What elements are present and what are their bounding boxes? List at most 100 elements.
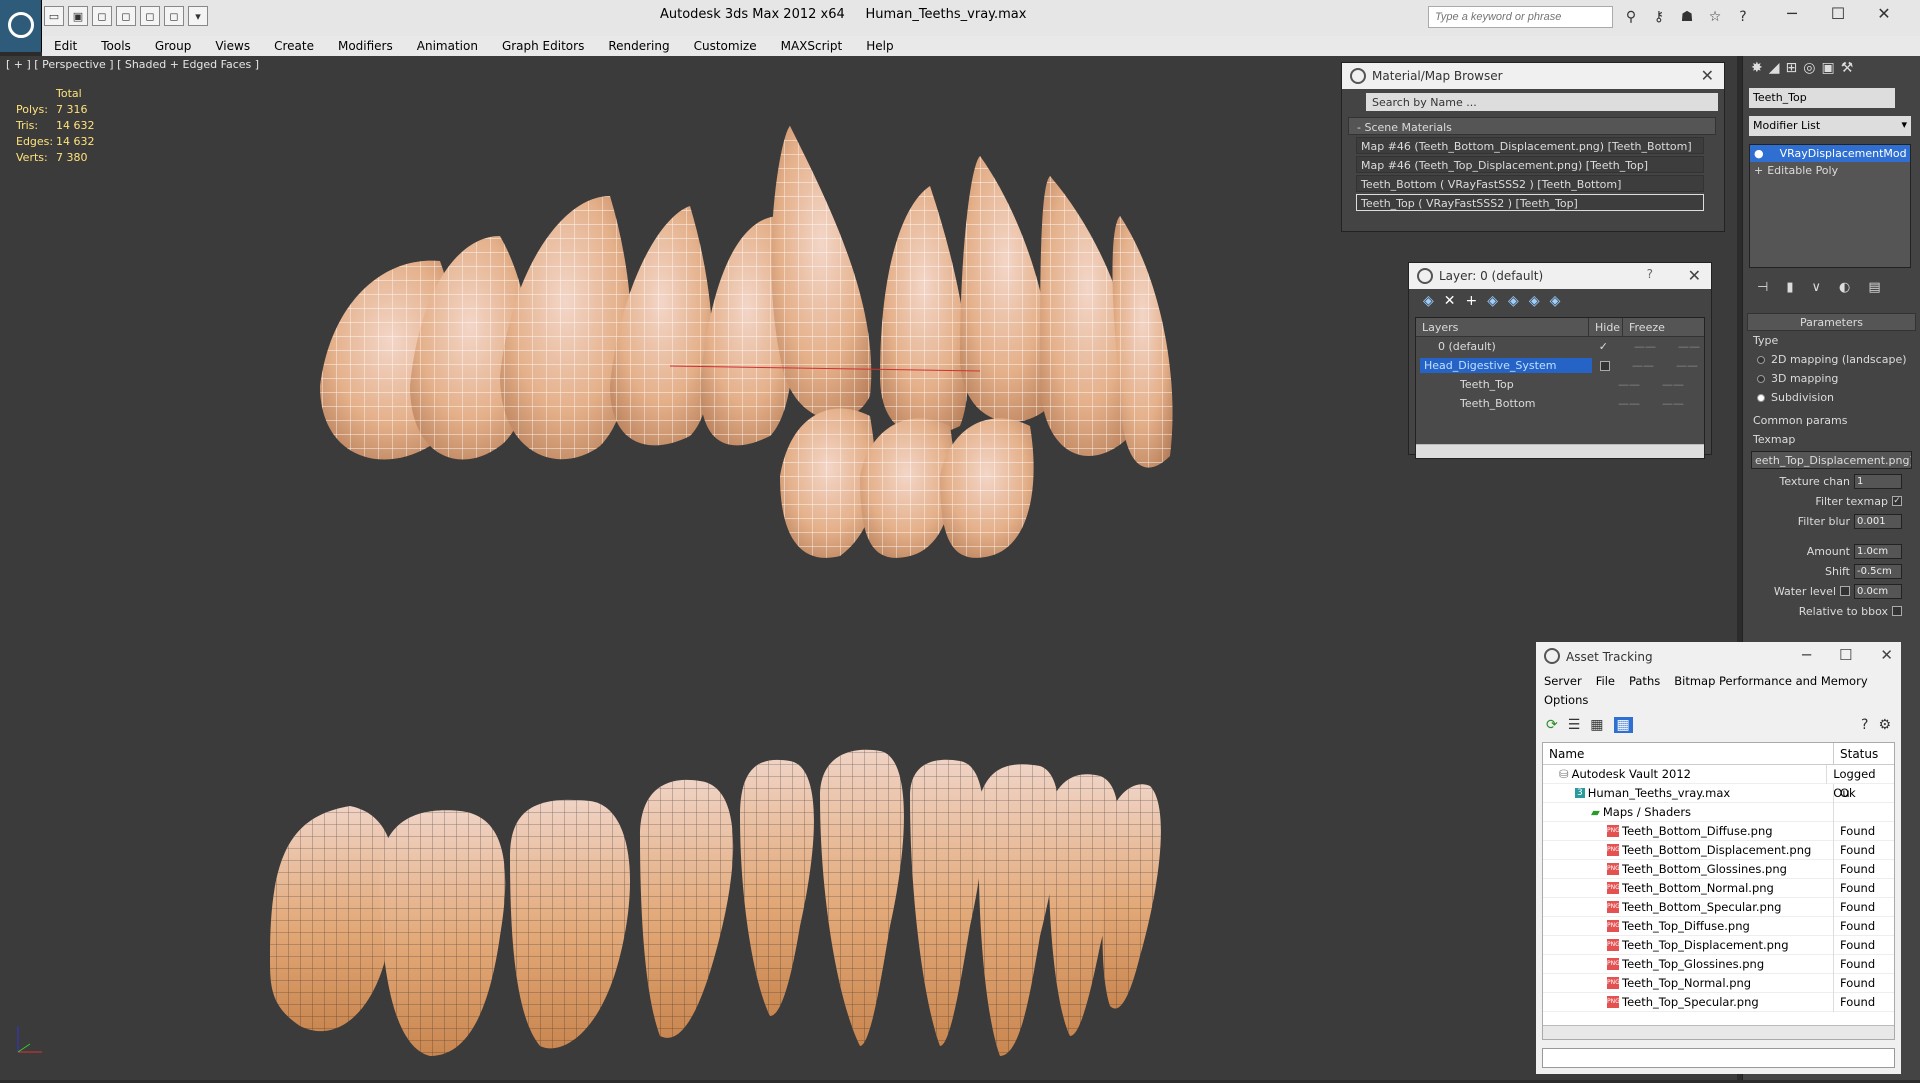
menu-customize[interactable]: Customize xyxy=(682,36,769,56)
asset-row[interactable]: PNG Teeth_Top_Displacement.png Found xyxy=(1543,935,1894,955)
create-tab-icon[interactable]: ✸ xyxy=(1751,60,1763,80)
asset-row[interactable]: PNG Teeth_Bottom_Normal.png Found xyxy=(1543,878,1894,898)
menu-edit[interactable]: Edit xyxy=(42,36,89,56)
menu-graph-editors[interactable]: Graph Editors xyxy=(490,36,596,56)
asset-row[interactable]: PNG Teeth_Top_Normal.png Found xyxy=(1543,973,1894,993)
redo-icon[interactable]: ◻ xyxy=(116,6,136,26)
menu-modifiers[interactable]: Modifiers xyxy=(326,36,405,56)
highlight-layer-icon[interactable]: ◈ xyxy=(1508,293,1519,311)
add-to-layer-icon[interactable]: + xyxy=(1466,293,1478,311)
modifier-list-dropdown[interactable]: Modifier List xyxy=(1749,116,1911,136)
material-item[interactable]: Map #46 (Teeth_Bottom_Displacement.png) … xyxy=(1356,137,1704,154)
menu-views[interactable]: Views xyxy=(203,36,262,56)
asset-row[interactable]: ⛁ Autodesk Vault 2012 Logged Ou xyxy=(1543,764,1894,800)
modify-tab-icon[interactable]: ◢ xyxy=(1769,60,1780,80)
maximize-icon[interactable]: ☐ xyxy=(1826,4,1850,23)
material-item[interactable]: Teeth_Top ( VRayFastSSS2 ) [Teeth_Top] xyxy=(1356,194,1704,211)
asset-row[interactable]: PNG Teeth_Top_Glossines.png Found xyxy=(1543,954,1894,974)
scene-materials-header[interactable]: - Scene Materials xyxy=(1348,117,1716,135)
close-icon[interactable]: ✕ xyxy=(1880,646,1893,664)
texture-chan-spinner[interactable]: 1 xyxy=(1854,473,1902,489)
hide-all-icon[interactable]: ◈ xyxy=(1529,293,1540,311)
close-icon[interactable]: ✕ xyxy=(1872,4,1896,23)
asset-row[interactable]: PNG Teeth_Bottom_Specular.png Found xyxy=(1543,897,1894,917)
amount-spinner[interactable]: 1.0cm xyxy=(1854,543,1902,559)
menu-paths[interactable]: Paths xyxy=(1629,672,1660,691)
table-view-icon[interactable]: ▦ xyxy=(1613,717,1633,733)
new-layer-icon[interactable]: ◈ xyxy=(1423,293,1434,311)
people-icon[interactable]: ☗ xyxy=(1676,6,1698,28)
horizontal-scrollbar[interactable] xyxy=(1543,1025,1894,1039)
help-icon[interactable]: ? xyxy=(1861,717,1868,733)
key-icon[interactable]: ⚷ xyxy=(1648,6,1670,28)
display-tab-icon[interactable]: ▣ xyxy=(1821,60,1834,80)
save-icon[interactable]: ▣ xyxy=(68,6,88,26)
layer-checkbox[interactable] xyxy=(1600,360,1610,371)
menu-rendering[interactable]: Rendering xyxy=(596,36,681,56)
menu-server[interactable]: Server xyxy=(1544,672,1582,691)
menu-group[interactable]: Group xyxy=(143,36,204,56)
radio-2d-mapping[interactable]: 2D mapping (landscape) xyxy=(1743,350,1920,369)
asset-row[interactable]: PNG Teeth_Bottom_Glossines.png Found xyxy=(1543,859,1894,879)
expand-icon[interactable]: + xyxy=(1754,164,1763,177)
asset-tracking-titlebar[interactable]: Asset Tracking ─ ☐ ✕ xyxy=(1536,642,1901,670)
menu-animation[interactable]: Animation xyxy=(405,36,490,56)
maximize-icon[interactable]: ☐ xyxy=(1839,646,1852,664)
open-icon[interactable]: ▭ xyxy=(44,6,64,26)
menu-create[interactable]: Create xyxy=(262,36,326,56)
material-item[interactable]: Map #46 (Teeth_Top_Displacement.png) [Te… xyxy=(1356,156,1704,173)
relative-bbox-checkbox[interactable] xyxy=(1892,606,1902,616)
motion-tab-icon[interactable]: ◎ xyxy=(1803,60,1815,80)
pin-stack-icon[interactable]: ⊣ xyxy=(1757,280,1768,295)
utilities-tab-icon[interactable]: ⚒ xyxy=(1841,60,1854,80)
viewport-label[interactable]: [ + ] [ Perspective ] [ Shaded + Edged F… xyxy=(6,58,259,71)
shift-spinner[interactable]: -0.5cm xyxy=(1854,563,1902,579)
help-icon[interactable]: ? xyxy=(1732,6,1754,28)
status-column-header[interactable]: Status xyxy=(1833,743,1884,764)
parameters-rollout[interactable]: Parameters xyxy=(1747,313,1916,331)
menu-tools[interactable]: Tools xyxy=(89,36,143,56)
undo-icon[interactable]: ◻ xyxy=(92,6,112,26)
lightbulb-icon[interactable]: ● xyxy=(1754,147,1764,160)
search-input[interactable] xyxy=(1428,6,1613,28)
menu-bitmap-performance[interactable]: Bitmap Performance and Memory xyxy=(1674,672,1867,691)
name-column-header[interactable]: Name xyxy=(1543,743,1833,764)
horizontal-scrollbar[interactable] xyxy=(1416,444,1704,458)
configure-sets-icon[interactable]: ▤ xyxy=(1868,280,1880,295)
asset-row[interactable]: PNG Teeth_Bottom_Displacement.png Found xyxy=(1543,840,1894,860)
filter-blur-spinner[interactable]: 0.001 xyxy=(1854,513,1902,529)
refresh-icon[interactable]: ⟳ xyxy=(1546,717,1558,733)
layer-row[interactable]: Head_Digestive_System —— —— xyxy=(1416,356,1704,375)
settings-icon[interactable]: ⚙ xyxy=(1878,717,1891,733)
help-icon[interactable]: ? xyxy=(1647,267,1653,281)
minimize-icon[interactable]: ─ xyxy=(1802,646,1811,664)
radio-3d-mapping[interactable]: 3D mapping xyxy=(1743,369,1920,388)
layer-manager-titlebar[interactable]: Layer: 0 (default) ? ✕ xyxy=(1409,263,1711,289)
water-level-checkbox[interactable] xyxy=(1840,586,1850,596)
layer-row[interactable]: Teeth_Top —— —— xyxy=(1416,375,1704,394)
asset-row[interactable]: PNG Teeth_Bottom_Diffuse.png Found xyxy=(1543,821,1894,841)
object-name-field[interactable]: Teeth_Top xyxy=(1749,88,1895,108)
remove-modifier-icon[interactable]: ◐ xyxy=(1839,280,1850,295)
fetch-icon[interactable]: ◻ xyxy=(164,6,184,26)
minimize-icon[interactable]: ─ xyxy=(1780,4,1804,23)
layer-row[interactable]: 0 (default) ✓ —— —— xyxy=(1416,337,1704,356)
binoculars-icon[interactable]: ⚲ xyxy=(1620,6,1642,28)
material-browser-titlebar[interactable]: Material/Map Browser ✕ xyxy=(1342,63,1724,89)
material-search-input[interactable]: Search by Name ... xyxy=(1366,93,1718,111)
make-unique-icon[interactable]: ∨ xyxy=(1811,280,1821,295)
close-icon[interactable]: ✕ xyxy=(1688,266,1701,285)
menu-maxscript[interactable]: MAXScript xyxy=(769,36,855,56)
select-objects-icon[interactable]: ◈ xyxy=(1487,293,1498,311)
close-icon[interactable]: ✕ xyxy=(1701,66,1714,85)
asset-row[interactable]: PNG Teeth_Top_Diffuse.png Found xyxy=(1543,916,1894,936)
show-end-result-icon[interactable]: ▮ xyxy=(1786,280,1793,295)
modifier-stack-item[interactable]: ● VRayDisplacementMod xyxy=(1750,145,1910,162)
list-view-icon[interactable]: ☰ xyxy=(1568,717,1581,733)
asset-row[interactable]: 3 Human_Teeths_vray.max Ok xyxy=(1543,783,1894,803)
app-logo-button[interactable] xyxy=(0,0,42,52)
delete-layer-icon[interactable]: ✕ xyxy=(1444,293,1456,311)
hierarchy-tab-icon[interactable]: ⊞ xyxy=(1786,60,1798,80)
asset-row[interactable]: PNG Teeth_Top_Specular.png Found xyxy=(1543,992,1894,1012)
menu-options[interactable]: Options xyxy=(1544,691,1588,710)
